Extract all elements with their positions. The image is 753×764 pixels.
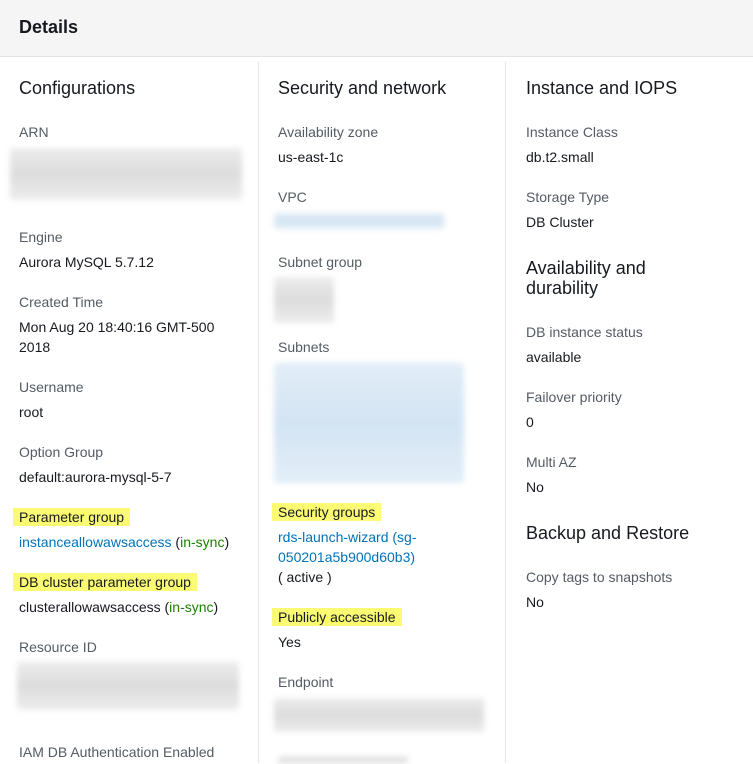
instance-class-value: db.t2.small [526,149,594,165]
username-value: root [19,404,44,420]
instance-class-label: Instance Class [526,124,618,140]
endpoint-redacted-value [274,698,484,732]
security-network-heading: Security and network [278,78,447,98]
multi-az-label: Multi AZ [526,454,577,470]
multi-az-value: No [526,479,544,495]
publicly-accessible-label-highlight: Publicly accessible [272,608,402,626]
details-title: Details [19,17,79,37]
availability-durability-heading-line1: Availability and [526,258,646,278]
column-divider [505,62,506,763]
security-group-status: ( active ) [278,569,332,585]
availability-zone-value: us-east-1c [278,149,344,165]
engine-value: Aurora MySQL 5.7.12 [19,254,154,270]
security-groups-label: Security groups [272,502,382,522]
arn-redacted-value [10,148,242,200]
option-group-value: default:aurora-mysql-5-7 [19,469,172,485]
security-groups-label-highlight: Security groups [272,503,382,521]
cluster-parameter-group-value: clusterallowawsaccess (in-sync) [19,599,219,615]
username-label: Username [19,379,84,395]
storage-type-label: Storage Type [526,189,610,205]
parameter-group-label: Parameter group [13,507,131,527]
parameter-group-value: instanceallowawsaccess (in-sync) [19,534,230,550]
backup-restore-heading: Backup and Restore [526,523,690,543]
availability-durability-heading-line2: durability [526,278,599,298]
subnets-redacted-value [274,363,464,483]
cluster-parameter-group-status: in-sync [169,599,214,615]
subnet-group-label: Subnet group [278,254,363,270]
security-group-link-line1[interactable]: rds-launch-wizard (sg- [278,527,416,547]
details-header: Details [0,0,753,57]
cluster-parameter-group-label: DB cluster parameter group [13,572,197,592]
availability-zone-label: Availability zone [278,124,379,140]
db-instance-status-label: DB instance status [526,324,643,340]
resource-id-redacted-value [17,662,239,710]
vpc-label: VPC [278,189,307,205]
failover-priority-value: 0 [526,414,534,430]
created-time-label: Created Time [19,294,104,310]
copy-tags-label: Copy tags to snapshots [526,569,673,585]
endpoint-label: Endpoint [278,674,334,690]
configurations-heading: Configurations [19,78,136,98]
db-instance-status-value: available [526,349,582,365]
subnets-label: Subnets [278,339,330,355]
vpc-redacted-value [274,213,444,229]
parameter-group-label-highlight: Parameter group [13,508,131,526]
cluster-parameter-group-name: clusterallowawsaccess [19,599,161,615]
copy-tags-value: No [526,594,544,610]
option-group-label: Option Group [19,444,104,460]
column-divider [258,62,259,763]
publicly-accessible-label: Publicly accessible [272,607,402,627]
publicly-accessible-value: Yes [278,634,301,650]
subnet-group-redacted-value [274,277,334,323]
storage-type-value: DB Cluster [526,214,594,230]
parameter-group-status: in-sync [180,534,225,550]
failover-priority-label: Failover priority [526,389,622,405]
iam-auth-label: IAM DB Authentication Enabled [19,744,215,760]
parameter-group-link[interactable]: instanceallowawsaccess [19,534,172,550]
arn-label: ARN [19,124,49,140]
engine-label: Engine [19,229,63,245]
created-time-value-line2: 2018 [19,339,51,355]
resource-id-label: Resource ID [19,639,97,655]
instance-iops-heading: Instance and IOPS [526,78,678,98]
security-group-link-line2[interactable]: 050201a5b900d60b3) [278,547,415,567]
cluster-parameter-group-label-highlight: DB cluster parameter group [13,573,197,591]
created-time-value-line1: Mon Aug 20 18:40:16 GMT-500 [19,319,215,335]
